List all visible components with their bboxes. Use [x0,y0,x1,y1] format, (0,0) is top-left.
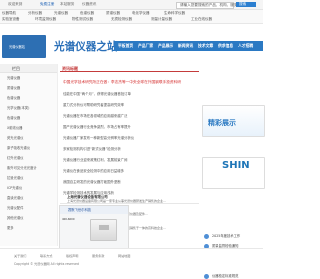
category-link[interactable]: 仪器导航 [2,11,16,16]
category-link[interactable]: 色谱仪器 [80,11,94,16]
footer: 关于我们 联系方式 版权声明 服务条款 网站地图 Copyright © 光谱仪… [0,248,263,272]
banner-ad-1[interactable]: 精彩展示 [202,105,265,137]
footer-link[interactable]: 关于我们 [14,253,26,258]
category-link[interactable]: 物性测试仪器 [72,17,93,22]
right-list-item[interactable]: 仪器检定标准规范 [212,273,238,278]
register-link[interactable]: 免费注册 [40,2,54,7]
category-link[interactable]: 质谱仪器 [106,11,120,16]
category-link[interactable]: 测量计量仪器 [151,17,172,22]
main-navigation: 平板首页 产品厂家 产品展示 新闻资讯 技术文章 供求信息 人才招聘 [114,41,263,51]
logo-text: 光谱仪器站 [9,45,25,49]
nav-products[interactable]: 产品展示 [158,43,173,49]
news-item[interactable]: 国产光谱仪器行业竞争激烈，市场占有率提升 [63,124,131,129]
category-link[interactable]: 分析仪器 [28,11,42,16]
news-item[interactable]: 我国自主研发的光谱仪器打破国外垄断 [63,179,121,184]
sidebar-item[interactable]: 光谱仪配件 [7,205,23,210]
banner-ad-2[interactable]: SHIN [202,157,265,189]
category-link[interactable]: 光谱仪器 [54,11,68,16]
sidebar-item[interactable]: 直读光谱仪 [7,195,23,200]
nav-home[interactable]: 平板首页 [118,43,133,49]
sidebar-item[interactable]: 质谱仪器 [7,85,20,90]
footer-link[interactable]: 服务条款 [92,253,104,258]
news-item[interactable]: 光谱仪在食品安全检测中的应用日益增多 [63,168,124,173]
headline-link[interactable]: 中国光学技术研究所正在做：李志杰等一中央全球在外国钢联手投资科研 [63,80,181,85]
category-link[interactable]: 实验室设备 [2,17,20,22]
search-button[interactable]: 搜索 [236,2,256,7]
brand-title: 光谱仪器之站 [54,41,118,53]
nav-supply[interactable]: 供求信息 [218,43,233,49]
category-bar: 仪器导航 分析仪器 光谱仪器 色谱仪器 质谱仪器 电化学仪器 生命科学仪器 实验… [0,10,263,24]
welcome-text: 欢迎来到 [8,2,23,6]
list-bullet-icon [204,234,209,239]
ad-title: 赛默飞世尔科技 [68,208,92,212]
sidebar-item[interactable]: ICP光谱仪 [7,185,22,190]
news-link[interactable]: 仪器资讯 [82,2,96,7]
news-item[interactable]: 光谱仪器厂家发布一种新型高分辨率光谱分析仪 [63,135,134,140]
sidebar-title: 栏目 [12,66,20,71]
category-link[interactable]: 无损检测仪器 [111,17,132,22]
sidebar-item[interactable]: 其他光谱仪 [7,215,23,220]
service-link[interactable]: 本站服务 [60,2,74,7]
sidebar-item[interactable]: 更多 [7,225,14,230]
sidebar-item[interactable]: X射线仪器 [7,125,22,130]
category-link[interactable]: 环境监测仪器 [35,17,56,22]
sidebar-header: 栏目 [0,64,57,73]
sidebar-item[interactable]: 原子吸收光谱仪 [7,145,30,150]
category-link[interactable]: 工业在线仪器 [191,17,212,22]
sidebar-item[interactable]: 荧光光谱仪 [7,135,23,140]
footer-link[interactable]: 版权声明 [66,253,78,258]
right-list-item[interactable]: 2025年度技术工作 [212,233,240,238]
sidebar-item[interactable]: 光学仪器(本类) [7,105,29,110]
sidebar-item[interactable]: 光谱仪器 [7,75,20,80]
news-item[interactable]: 重力式分析仪可帮助研究者提高研究效率 [63,102,124,107]
news-item[interactable]: 光谱仪器在市场在各领域的应用越来越广泛 [63,113,127,118]
nav-vendors[interactable]: 产品厂家 [138,43,153,49]
nav-jobs[interactable]: 人才招聘 [238,43,253,49]
nav-articles[interactable]: 技术文章 [198,43,213,49]
footer-link[interactable]: 联系方式 [40,253,52,258]
list-bullet-icon [204,274,209,279]
sidebar-item[interactable]: 紫外可见分光光度计 [7,165,37,170]
title-underline [60,71,199,72]
printer-image [90,219,117,241]
site-logo[interactable]: 光谱仪器站 [2,35,46,58]
banner-1-text: 精彩展示 [208,119,236,127]
company-description: 上海光谱仪器设备有限公司是一家专业从事光谱仪器研发生产销售的企业... [67,199,166,203]
banner-2-text: SHIN [222,160,250,171]
sidebar-item[interactable]: 拉曼光谱仪 [7,175,23,180]
footer-link[interactable]: 网站地图 [118,253,130,258]
nav-news[interactable]: 新闻资讯 [178,43,193,49]
news-item[interactable]: 光谱仪器行业迎来政策红利，发展前景广阔 [63,157,127,162]
category-link[interactable]: 电化学仪器 [132,11,150,16]
copyright-text: Copyright © 光谱仪器网 All rights reserved [14,262,79,266]
left-sidebar: 栏目 光谱仪器 质谱仪器 色谱仪器 光学仪器(本类) 色谱仪器 X射线仪器 荧光… [0,64,58,246]
news-item[interactable]: 佳能在中国“两个月”，获得光谱仪器首批订单 [63,91,131,96]
news-item[interactable]: 多家检测机构引进“新式仪器”检测分析 [63,146,121,151]
ad-phone: 400-6000 [62,218,75,221]
sidebar-item[interactable]: 红外光谱仪 [7,155,23,160]
ad-header: 赛默飞世尔科技 [60,206,128,214]
right-sidebar: 精彩展示 SHIN 2025年度技术工作 质量监督检验通知 标准化管理委员会 行… [202,64,265,279]
sidebar-item[interactable]: 色谱仪器 [7,95,20,100]
sidebar-item[interactable]: 色谱仪器 [7,115,20,120]
printer-advertisement[interactable]: 赛默飞世尔科技 400-6000 [59,205,129,253]
search-input[interactable]: 请输入您要搜索的产品、机构、服务... [176,2,241,9]
top-bar: 欢迎来到 免费注册 本站服务 仪器资讯 请输入您要搜索的产品、机构、服务... … [0,0,263,10]
category-link[interactable]: 生命科学仪器 [164,11,185,16]
